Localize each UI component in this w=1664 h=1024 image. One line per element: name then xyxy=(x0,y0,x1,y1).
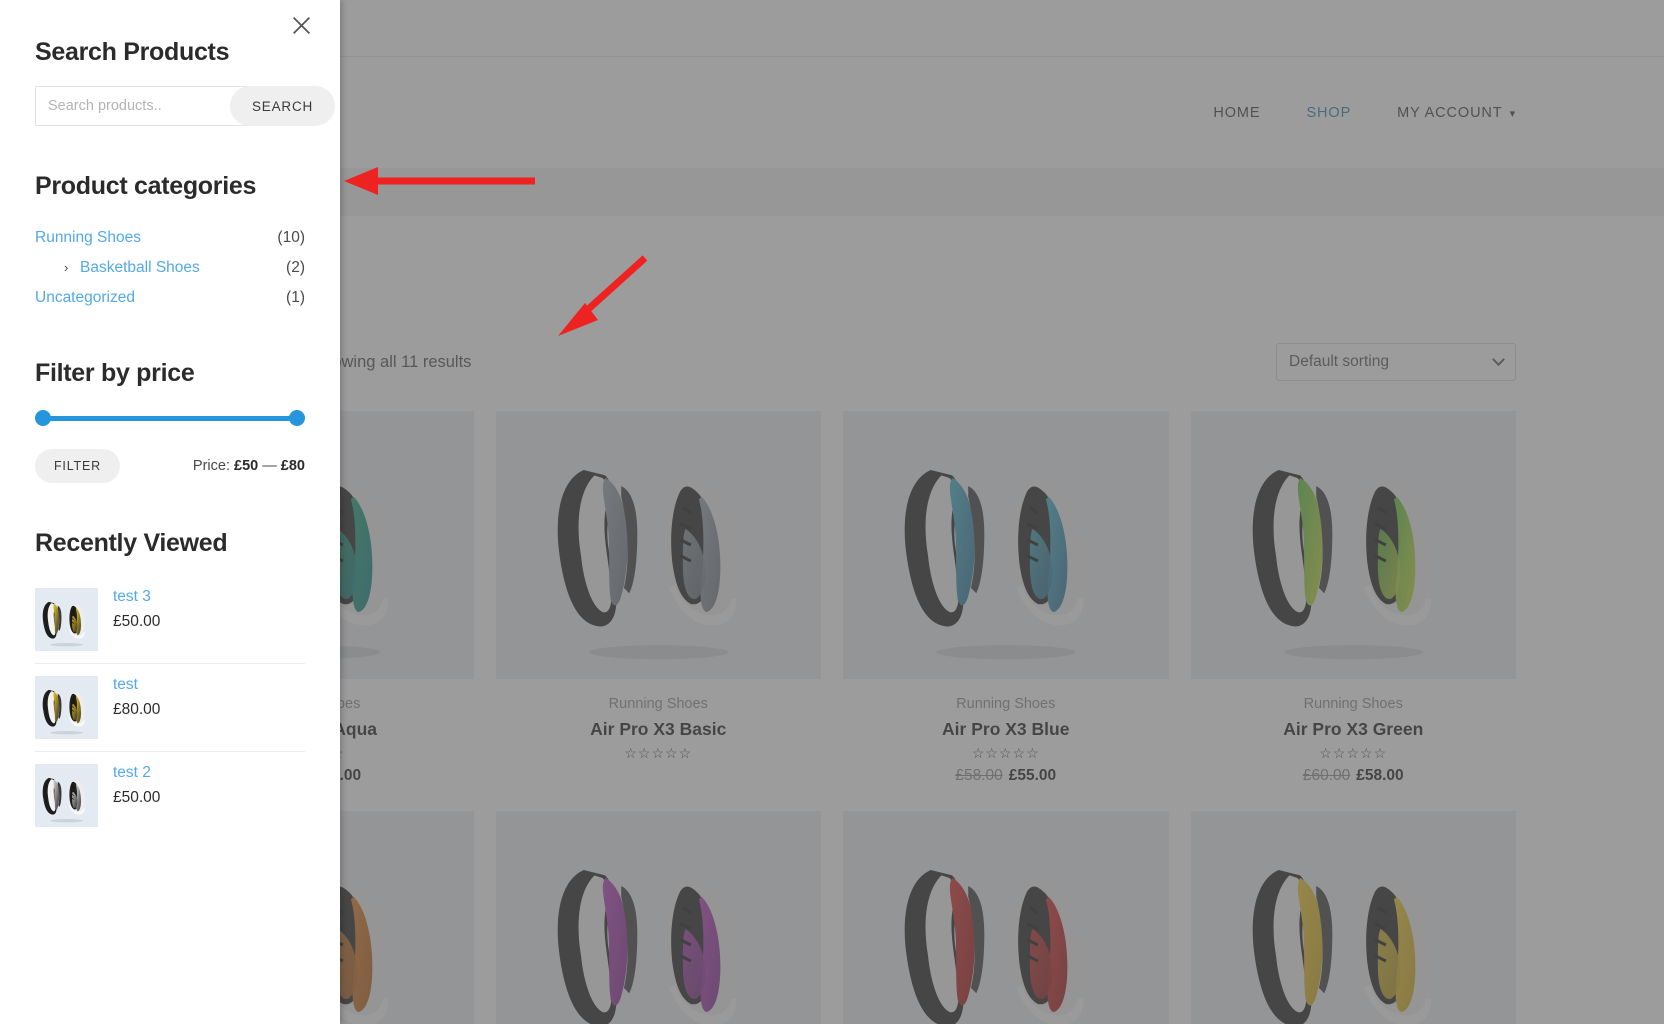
price-slider-handle-min[interactable] xyxy=(35,410,51,426)
price-range-label: Price: £50 — £80 xyxy=(193,458,305,474)
category-row[interactable]: Uncategorized (1) xyxy=(35,283,305,313)
product-categories-title: Product categories xyxy=(35,172,257,200)
recently-viewed-item[interactable]: test 2 £50.00 xyxy=(35,752,305,839)
recently-viewed-item[interactable]: test £80.00 xyxy=(35,664,305,752)
recently-viewed-info: test 3 £50.00 xyxy=(113,588,160,631)
filter-by-price-section: Filter by price FILTER Price: £50 — £80 xyxy=(35,359,305,483)
price-range-prefix: Price: xyxy=(192,458,230,474)
price-range-max: £80 xyxy=(280,458,305,474)
recently-viewed-price: £50.00 xyxy=(113,789,161,806)
recently-viewed-list: test 3 £50.00 test £80.00 test 2 £50.00 xyxy=(35,576,305,839)
price-range-min: £50 xyxy=(234,458,259,474)
category-link[interactable]: Running Shoes xyxy=(35,223,141,253)
recently-viewed-info: test £80.00 xyxy=(113,676,160,719)
recently-viewed-price: £50.00 xyxy=(113,613,161,630)
recently-viewed-name[interactable]: test 2 xyxy=(113,764,160,782)
search-row: SEARCH xyxy=(35,86,336,126)
filter-drawer: Search Products SEARCH Product categorie… xyxy=(0,0,340,1024)
price-filter-button[interactable]: FILTER xyxy=(35,449,120,483)
price-slider-track xyxy=(38,416,302,421)
category-link[interactable]: Uncategorized xyxy=(35,283,135,313)
recently-viewed-thumbnail[interactable] xyxy=(35,764,98,827)
price-range-slider[interactable] xyxy=(35,410,305,426)
category-link[interactable]: Basketball Shoes xyxy=(80,253,200,283)
price-range-dash: — xyxy=(262,458,277,474)
category-row[interactable]: › Basketball Shoes (2) xyxy=(35,253,305,283)
recently-viewed-item[interactable]: test 3 £50.00 xyxy=(35,576,305,664)
category-count: (1) xyxy=(286,289,305,306)
close-icon[interactable] xyxy=(284,8,318,42)
chevron-right-icon: › xyxy=(64,260,69,275)
search-input[interactable] xyxy=(35,86,248,126)
recently-viewed-name[interactable]: test 3 xyxy=(113,588,160,606)
recently-viewed-thumbnail[interactable] xyxy=(35,676,98,739)
price-filter-row: FILTER Price: £50 — £80 xyxy=(35,449,305,483)
search-button[interactable]: SEARCH xyxy=(230,86,336,126)
filter-by-price-title: Filter by price xyxy=(35,359,195,387)
recently-viewed-thumbnail[interactable] xyxy=(35,588,98,651)
recently-viewed-name[interactable]: test xyxy=(113,676,160,694)
category-list: Running Shoes (10) › Basketball Shoes (2) Unc… xyxy=(35,223,305,313)
category-count: (2) xyxy=(286,259,305,276)
product-categories-section: Product categories Running Shoes (10) › Bas… xyxy=(35,172,305,313)
category-count: (10) xyxy=(277,229,305,246)
price-slider-handle-max[interactable] xyxy=(289,410,305,426)
close-icon-glyph xyxy=(292,16,310,34)
recently-viewed-section: Recently Viewed test 3 £50.00 test £80.00 te… xyxy=(35,529,305,839)
recently-viewed-info: test 2 £50.00 xyxy=(113,764,160,807)
category-row[interactable]: Running Shoes (10) xyxy=(35,223,305,253)
recently-viewed-title: Recently Viewed xyxy=(35,529,228,557)
recently-viewed-price: £80.00 xyxy=(113,701,161,718)
search-products-title: Search Products xyxy=(35,38,230,66)
